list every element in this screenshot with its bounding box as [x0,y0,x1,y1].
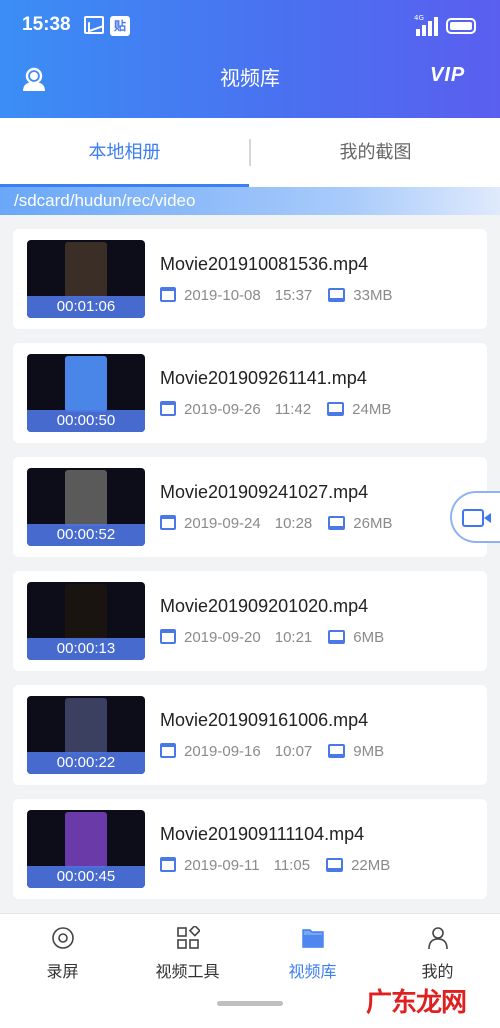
video-size: 6MB [353,629,385,646]
calendar-icon [160,401,176,416]
video-time: 10:21 [274,629,313,646]
paste-notification-icon: 贴 [110,16,130,36]
video-list-item[interactable]: 00:00:22 Movie201909161006.mp4 2019-09-1… [13,685,487,785]
video-date: 2019-09-16 [184,743,261,760]
video-size: 33MB [353,287,393,304]
video-size: 26MB [353,515,393,532]
storage-icon [328,288,346,302]
video-time: 10:28 [274,515,313,532]
nav-item-record[interactable]: 录屏 [0,914,125,994]
storage-icon [328,744,346,758]
storage-icon [326,858,344,872]
video-file-name: Movie201910081536.mp4 [160,254,369,274]
storage-icon [328,516,346,530]
home-indicator[interactable] [217,1001,283,1006]
thumbnail-preview [65,698,107,754]
video-duration: 00:01:06 [27,296,145,318]
tab-my-screenshots[interactable]: 我的截图 [251,118,500,187]
storage-icon [327,402,345,416]
app-header: 15:38 贴 4G 视频库 VIP [0,0,500,118]
video-size: 24MB [352,401,392,418]
video-meta: 2019-09-11 11:05 22MB [160,857,390,877]
vip-button[interactable]: VIP [430,64,465,87]
video-duration: 00:00:22 [27,752,145,774]
video-date: 2019-10-08 [184,287,261,304]
thumbnail-preview [65,812,107,868]
video-thumbnail[interactable]: 00:00:52 [27,468,145,546]
storage-icon [328,630,346,644]
video-size: 9MB [353,743,385,760]
video-file-name: Movie201909161006.mp4 [160,710,369,730]
status-bar: 15:38 贴 4G [0,0,500,52]
video-thumbnail[interactable]: 00:00:13 [27,582,145,660]
calendar-icon [160,287,176,302]
video-time: 15:37 [274,287,313,304]
video-meta: 2019-10-08 15:37 33MB [160,287,392,307]
video-duration: 00:00:52 [27,524,145,546]
watermark-text: 广东龙网 [366,988,467,1018]
video-date: 2019-09-11 [184,857,260,874]
nav-label-video-tools: 视频工具 [155,962,220,981]
folder-icon [302,929,324,948]
video-size: 22MB [351,857,391,874]
battery-icon [446,18,476,34]
video-list-item[interactable]: 00:00:52 Movie201909241027.mp4 2019-09-2… [13,457,487,557]
video-thumbnail[interactable]: 00:00:45 [27,810,145,888]
video-camera-icon [462,509,491,527]
floating-record-button[interactable] [450,491,500,543]
nav-label-video-library: 视频库 [288,962,337,981]
folder-path: /sdcard/hudun/rec/video [14,191,196,210]
person-icon [428,927,448,950]
thumbnail-preview [65,470,107,526]
calendar-icon [160,629,176,644]
calendar-icon [160,515,176,530]
video-time: 11:42 [274,401,312,418]
mail-notification-icon [84,16,104,34]
video-thumbnail[interactable]: 00:00:50 [27,354,145,432]
tools-icon [177,926,200,949]
signal-icon: 4G [414,14,438,36]
video-list-item[interactable]: 00:00:45 Movie201909111104.mp4 2019-09-1… [13,799,487,899]
video-time: 11:05 [273,857,311,874]
video-duration: 00:00:50 [27,410,145,432]
video-meta: 2019-09-24 10:28 26MB [160,515,392,535]
video-file-name: Movie201909261141.mp4 [160,368,367,388]
record-icon [52,927,74,949]
tab-local-album[interactable]: 本地相册 [0,118,249,187]
video-list-item[interactable]: 00:00:50 Movie201909261141.mp4 2019-09-2… [13,343,487,443]
video-thumbnail[interactable]: 00:00:22 [27,696,145,774]
video-list-item[interactable]: 00:01:06 Movie201910081536.mp4 2019-10-0… [13,229,487,329]
page-title: 视频库 [220,66,280,90]
status-time: 15:38 [22,14,71,35]
video-list-item[interactable]: 00:00:13 Movie201909201020.mp4 2019-09-2… [13,571,487,671]
tab-bar: 本地相册 我的截图 [0,118,500,187]
video-date: 2019-09-24 [184,515,261,532]
video-meta: 2019-09-26 11:42 24MB [160,401,391,421]
path-bar: /sdcard/hudun/rec/video [0,187,500,215]
nav-label-record: 录屏 [46,962,79,981]
video-duration: 00:00:45 [27,866,145,888]
nav-item-video-tools[interactable]: 视频工具 [125,914,250,994]
thumbnail-preview [65,242,107,298]
video-file-name: Movie201909201020.mp4 [160,596,369,616]
video-thumbnail[interactable]: 00:01:06 [27,240,145,318]
video-duration: 00:00:13 [27,638,145,660]
nav-label-mine: 我的 [421,962,454,981]
thumbnail-preview [65,356,107,412]
nav-item-video-library[interactable]: 视频库 [250,914,375,994]
video-file-name: Movie201909111104.mp4 [160,824,365,844]
video-meta: 2019-09-16 10:07 9MB [160,743,384,763]
calendar-icon [160,857,176,872]
video-date: 2019-09-20 [184,629,261,646]
video-time: 10:07 [274,743,313,760]
calendar-icon [160,743,176,758]
video-date: 2019-09-26 [184,401,261,418]
video-meta: 2019-09-20 10:21 6MB [160,629,384,649]
video-file-name: Movie201909241027.mp4 [160,482,369,502]
thumbnail-preview [65,584,107,640]
